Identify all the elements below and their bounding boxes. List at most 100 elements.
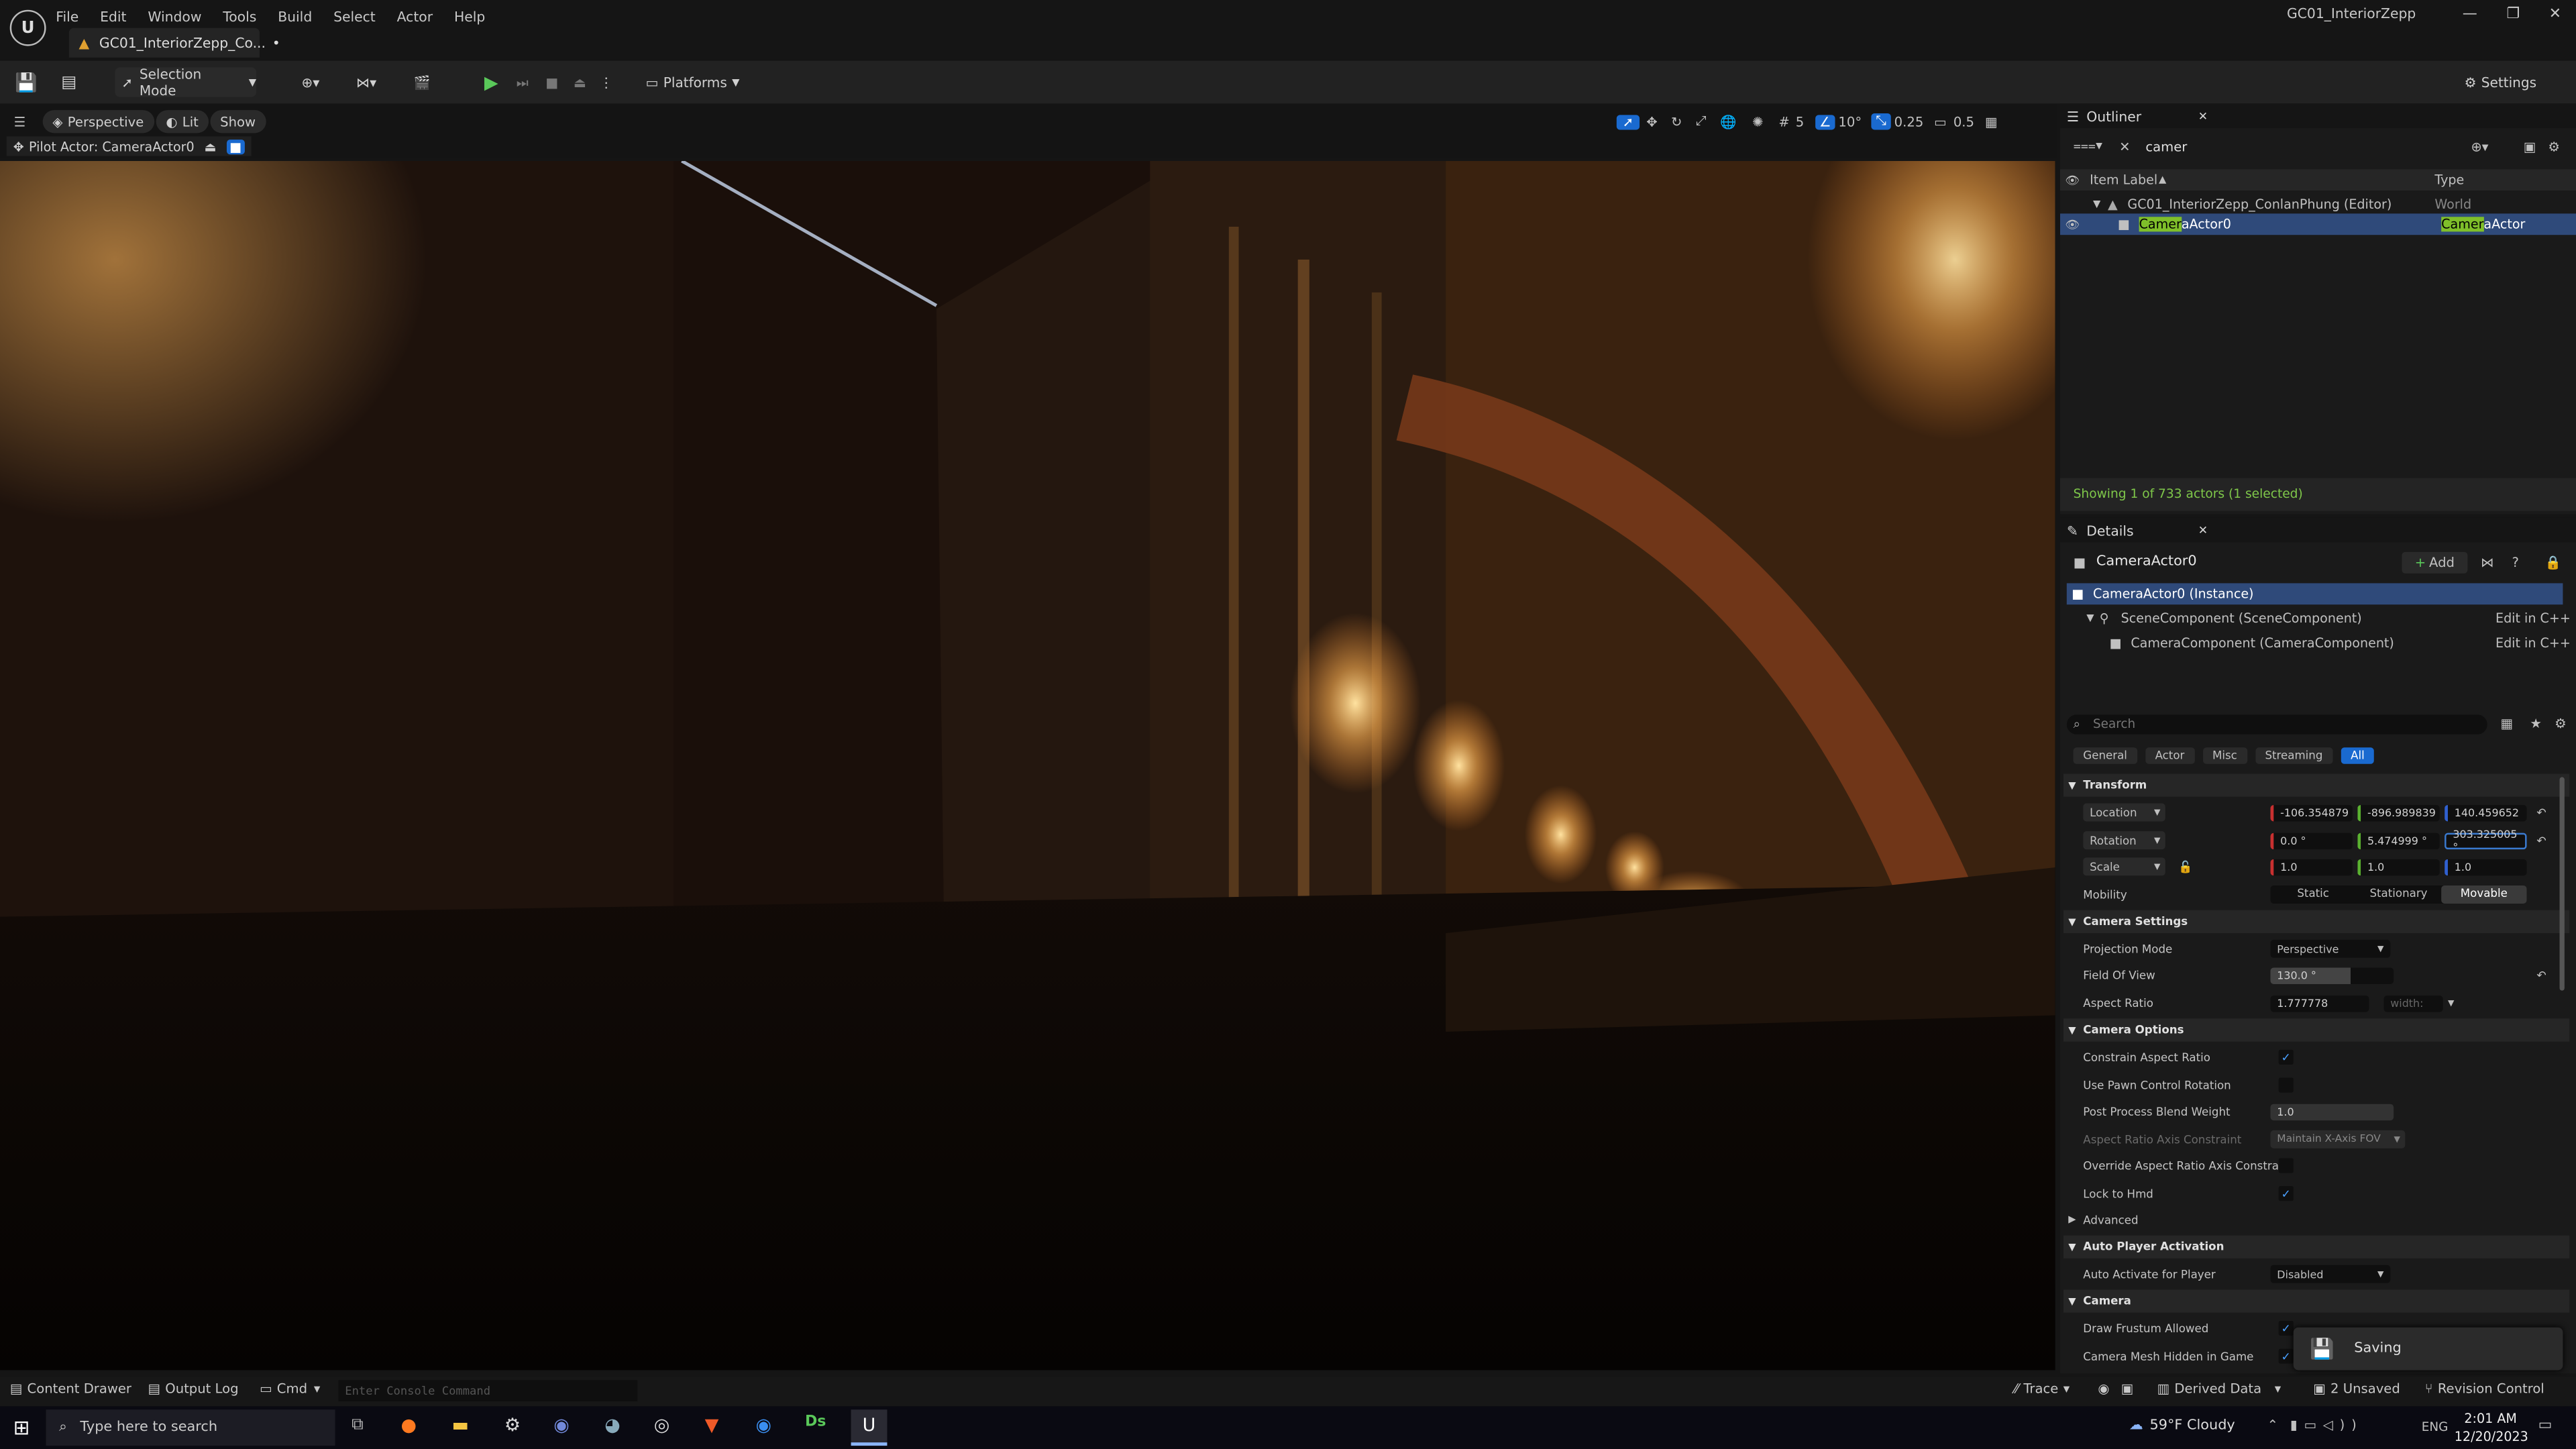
outliner-camera-row[interactable]: 👁 ■ CameraActor0 CameraActor xyxy=(2060,213,2576,235)
component-row-instance[interactable]: ■ CameraActor0 (Instance) xyxy=(2066,583,2563,605)
aspect-preset-select[interactable]: width: xyxy=(2383,994,2443,1012)
app-blue-icon[interactable]: ◉ xyxy=(756,1415,772,1436)
content-browser-icon[interactable]: ▤ xyxy=(58,67,80,97)
grid-snap-value[interactable]: 5 xyxy=(1796,114,1815,129)
unsaved-button[interactable]: ▣ 2 Unsaved xyxy=(2313,1382,2400,1397)
component-row-scene[interactable]: ▼ ⚲ SceneComponent (SceneComponent) Edit… xyxy=(2060,608,2576,629)
menu-actor[interactable]: Actor xyxy=(397,7,433,23)
content-drawer-button[interactable]: ▤ Content Drawer xyxy=(10,1382,131,1397)
unreal-logo-icon[interactable]: U xyxy=(9,9,46,46)
camera-lock-icon[interactable]: ■ xyxy=(226,138,245,154)
viewport-menu-icon[interactable]: ☰ xyxy=(10,112,30,131)
menu-edit[interactable]: Edit xyxy=(100,7,126,23)
reset-fov-icon[interactable]: ↶ xyxy=(2536,969,2546,982)
language-indicator[interactable]: ENG xyxy=(2422,1419,2449,1434)
perspective-button[interactable]: ◈ Perspective xyxy=(42,110,154,133)
fov-field[interactable]: 130.0 ° xyxy=(2270,967,2394,983)
menu-tools[interactable]: Tools xyxy=(223,7,256,23)
play-icon[interactable]: ▶ xyxy=(480,67,502,97)
mobility-stationary[interactable]: Stationary xyxy=(2356,885,2441,904)
restore-icon[interactable]: ❐ xyxy=(2506,7,2520,23)
menu-select[interactable]: Select xyxy=(333,7,376,23)
eject-icon[interactable]: ⏏ xyxy=(568,67,591,97)
derived-data-button[interactable]: ▥ Derived Data ▼ xyxy=(2157,1382,2282,1397)
blend-weight-field[interactable]: 1.0 xyxy=(2270,1103,2394,1120)
reset-location-icon[interactable]: ↶ xyxy=(2536,806,2546,819)
advanced-row[interactable]: ▶ Advanced xyxy=(2060,1209,2576,1230)
close-details-icon[interactable]: ✕ xyxy=(2198,523,2208,537)
section-camera-settings[interactable]: ▼ Camera Settings xyxy=(2063,910,2570,934)
override-axis-checkbox[interactable] xyxy=(2278,1158,2294,1173)
expand-arrow-icon[interactable]: ▼ xyxy=(2086,612,2094,624)
taskbar-search[interactable]: ⌕ Type here to search xyxy=(46,1409,335,1446)
angle-snap-icon[interactable]: ∠ xyxy=(1815,114,1835,129)
type-column[interactable]: Type xyxy=(2434,172,2464,187)
console-input[interactable]: Enter Console Command xyxy=(338,1380,638,1401)
unreal-taskbar-icon[interactable]: U xyxy=(851,1409,888,1446)
mesh-hidden-checkbox[interactable]: ✓ xyxy=(2278,1348,2294,1364)
menu-build[interactable]: Build xyxy=(278,7,312,23)
save-icon[interactable]: 💾 xyxy=(15,67,38,97)
filter-icon[interactable]: ⩶▾ xyxy=(2074,138,2102,154)
brave-icon[interactable]: ▼ xyxy=(705,1415,719,1436)
file-explorer-icon[interactable]: ▬ xyxy=(451,1415,468,1436)
filter-tab-actor[interactable]: Actor xyxy=(2145,747,2195,763)
step-icon[interactable]: ⏭ xyxy=(511,67,534,97)
rotation-dropdown[interactable]: Rotation ▼ xyxy=(2083,831,2165,850)
rotation-x-field[interactable]: 0.0 ° xyxy=(2270,832,2353,849)
table-view-icon[interactable]: ▦ xyxy=(2500,716,2513,731)
location-y-field[interactable]: -896.989839 xyxy=(2357,804,2440,821)
settings-gear-icon[interactable]: ⚙ xyxy=(504,1415,521,1436)
item-label-column[interactable]: Item Label xyxy=(2090,172,2157,187)
menu-window[interactable]: Window xyxy=(148,7,201,23)
axis-constraint-select[interactable]: Maintain X-Axis FOV ▼ xyxy=(2270,1130,2406,1148)
rotation-y-field[interactable]: 5.474999 ° xyxy=(2357,832,2440,849)
menu-file[interactable]: File xyxy=(56,7,78,23)
tray-chevron-icon[interactable]: ⌃ xyxy=(2267,1417,2278,1432)
close-outliner-icon[interactable]: ✕ xyxy=(2198,109,2208,123)
add-actor-icon[interactable]: ⊕▾ xyxy=(292,67,329,97)
lock-icon[interactable]: 🔒 xyxy=(2544,555,2561,570)
aspect-ratio-field[interactable]: 1.777778 xyxy=(2270,994,2369,1012)
filter-tab-misc[interactable]: Misc xyxy=(2202,747,2247,763)
settings-button[interactable]: ⚙ Settings xyxy=(2464,67,2566,97)
blueprint-icon[interactable]: ⋈ xyxy=(2481,555,2494,570)
details-settings-icon[interactable]: ⚙ xyxy=(2555,716,2567,731)
stop-icon[interactable]: ■ xyxy=(541,67,564,97)
tray-icons[interactable]: ▮▭◁)) xyxy=(2290,1417,2363,1432)
lit-button[interactable]: ◐ Lit xyxy=(156,110,209,133)
outliner-settings-icon[interactable]: ⚙ xyxy=(2548,139,2560,154)
grid-snap-icon[interactable]: # xyxy=(1772,114,1795,129)
blueprint-icon[interactable]: ⋈▾ xyxy=(348,67,384,97)
edit-in-cpp-link[interactable]: Edit in C++ xyxy=(2496,636,2571,651)
favorite-icon[interactable]: ★ xyxy=(2530,716,2542,731)
scale-tool-icon[interactable]: ⤢ xyxy=(1689,113,1714,129)
visibility-icon[interactable]: 👁 xyxy=(2065,173,2080,186)
steam-icon[interactable]: ◕ xyxy=(604,1415,621,1436)
details-scrollbar[interactable] xyxy=(2559,777,2565,991)
filter-tab-streaming[interactable]: Streaming xyxy=(2255,747,2333,763)
rotation-z-field[interactable]: 303.325005 ° xyxy=(2445,827,2527,853)
help-icon[interactable]: ? xyxy=(2512,555,2518,570)
section-transform[interactable]: ▼ Transform xyxy=(2063,773,2570,797)
scale-snap-value[interactable]: 0.25 xyxy=(1891,114,1931,129)
camera-capture-icon[interactable]: ▣ xyxy=(2121,1382,2134,1397)
selection-mode-button[interactable]: ➚ Selection Mode ▼ xyxy=(115,66,257,99)
location-x-field[interactable]: -106.354879 xyxy=(2270,804,2353,821)
revision-control-button[interactable]: ⑂ Revision Control xyxy=(2425,1382,2544,1397)
platforms-button[interactable]: ▭ Platforms ▼ xyxy=(645,67,751,97)
projection-mode-select[interactable]: Perspective ▼ xyxy=(2270,939,2391,958)
visibility-icon[interactable]: 👁 xyxy=(2065,217,2080,231)
task-view-icon[interactable]: ⧉ xyxy=(352,1416,363,1434)
surface-snap-icon[interactable]: ✺ xyxy=(1743,114,1772,129)
mobility-static[interactable]: Static xyxy=(2270,885,2355,904)
filter-tab-all[interactable]: All xyxy=(2341,747,2375,763)
expand-arrow-icon[interactable]: ▼ xyxy=(2093,199,2100,210)
location-z-field[interactable]: 140.459652 xyxy=(2445,804,2527,821)
chevron-down-icon[interactable]: ▼ xyxy=(2448,998,2454,1008)
scale-y-field[interactable]: 1.0 xyxy=(2357,858,2440,875)
designer-icon[interactable]: Ds xyxy=(805,1415,826,1431)
filter-tab-general[interactable]: General xyxy=(2073,747,2137,763)
add-folder-icon[interactable]: ▣ xyxy=(2524,139,2536,154)
eject-pilot-icon[interactable]: ⏏ xyxy=(204,139,216,154)
